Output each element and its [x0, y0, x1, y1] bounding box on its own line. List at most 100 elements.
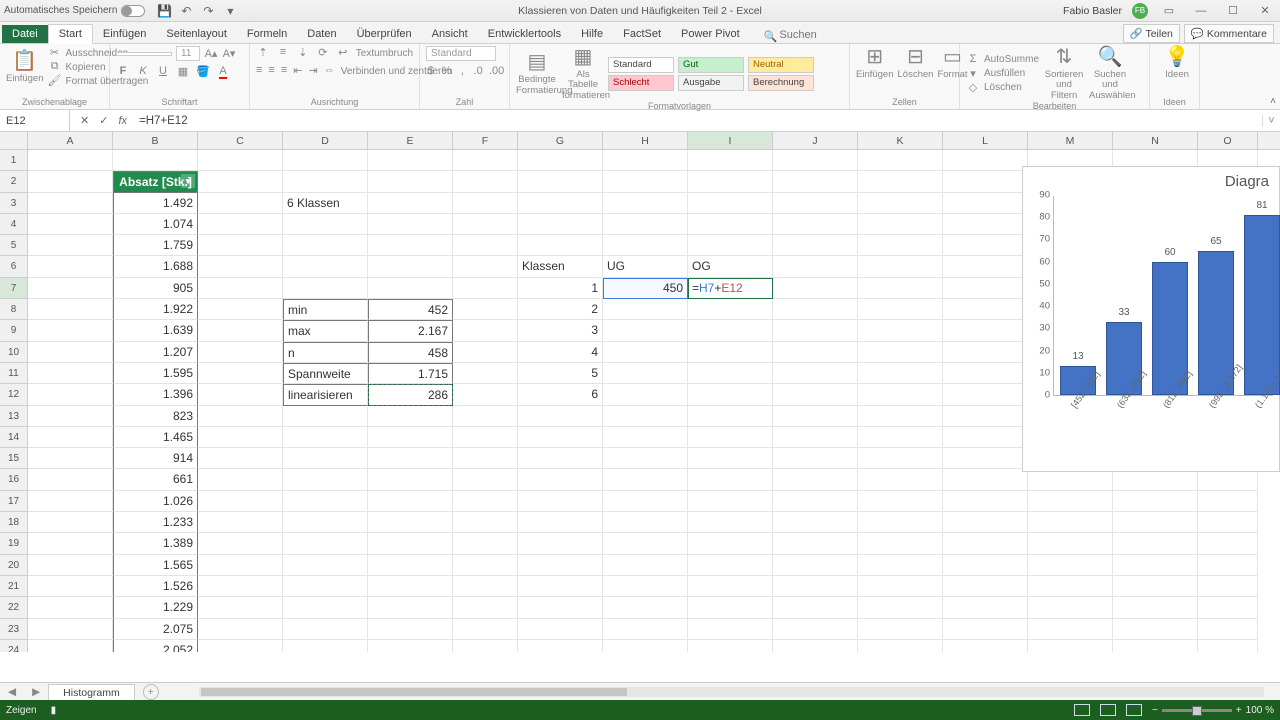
- user-avatar[interactable]: FB: [1132, 3, 1148, 19]
- col-header[interactable]: I: [688, 132, 773, 149]
- maximize-icon[interactable]: ☐: [1222, 4, 1244, 17]
- cell-K1[interactable]: [858, 150, 943, 171]
- cell-M16[interactable]: [1028, 469, 1113, 490]
- col-header[interactable]: F: [453, 132, 518, 149]
- cell-L6[interactable]: [943, 256, 1028, 277]
- col-header[interactable]: K: [858, 132, 943, 149]
- cell-E19[interactable]: [368, 533, 453, 554]
- cell-E8[interactable]: 452: [368, 299, 453, 320]
- cell-C3[interactable]: [198, 193, 283, 214]
- cell-L10[interactable]: [943, 342, 1028, 363]
- cell-D7[interactable]: [283, 278, 368, 299]
- cell-G7[interactable]: 1: [518, 278, 603, 299]
- cell-B22[interactable]: 1.229: [113, 597, 198, 618]
- cell-E14[interactable]: [368, 427, 453, 448]
- cell-O23[interactable]: [1198, 619, 1258, 640]
- cell-A20[interactable]: [28, 555, 113, 576]
- cell-J2[interactable]: [773, 171, 858, 192]
- cell-C8[interactable]: [198, 299, 283, 320]
- cell-D11[interactable]: Spannweite: [283, 363, 368, 384]
- cell-J9[interactable]: [773, 320, 858, 341]
- cell-G3[interactable]: [518, 193, 603, 214]
- underline-icon[interactable]: U: [156, 65, 170, 79]
- collapse-ribbon-icon[interactable]: ˄: [1270, 96, 1276, 107]
- spreadsheet-grid[interactable]: A B C D E F G H I J K L M N O 12Absatz […: [0, 132, 1280, 652]
- cell-L24[interactable]: [943, 640, 1028, 652]
- cell-D4[interactable]: [283, 214, 368, 235]
- share-button[interactable]: 🔗 Teilen: [1123, 24, 1180, 43]
- cell-N19[interactable]: [1113, 533, 1198, 554]
- cell-A16[interactable]: [28, 469, 113, 490]
- cell-A22[interactable]: [28, 597, 113, 618]
- cell-K15[interactable]: [858, 448, 943, 469]
- cell-O19[interactable]: [1198, 533, 1258, 554]
- cell-D10[interactable]: n: [283, 342, 368, 363]
- cell-J21[interactable]: [773, 576, 858, 597]
- tab-developer[interactable]: Entwicklertools: [478, 25, 571, 43]
- cell-A17[interactable]: [28, 491, 113, 512]
- conditional-formatting-button[interactable]: ▤Bedingte Formatierung: [516, 51, 558, 96]
- cell-A18[interactable]: [28, 512, 113, 533]
- cell-A21[interactable]: [28, 576, 113, 597]
- add-sheet-icon[interactable]: +: [143, 684, 159, 700]
- cell-B7[interactable]: 905: [113, 278, 198, 299]
- fill-icon[interactable]: ▾: [966, 67, 980, 81]
- cell-E24[interactable]: [368, 640, 453, 652]
- cell-B12[interactable]: 1.396: [113, 384, 198, 405]
- cell-K2[interactable]: [858, 171, 943, 192]
- cell-G5[interactable]: [518, 235, 603, 256]
- cell-L4[interactable]: [943, 214, 1028, 235]
- toggle-off-icon[interactable]: [121, 5, 145, 17]
- font-color-icon[interactable]: A: [216, 65, 230, 79]
- cell-B20[interactable]: 1.565: [113, 555, 198, 576]
- cell-H10[interactable]: [603, 342, 688, 363]
- cell-E5[interactable]: [368, 235, 453, 256]
- cell-J3[interactable]: [773, 193, 858, 214]
- autosave-toggle[interactable]: Automatisches Speichern: [4, 5, 145, 17]
- cell-E15[interactable]: [368, 448, 453, 469]
- cell-J12[interactable]: [773, 384, 858, 405]
- cell-L9[interactable]: [943, 320, 1028, 341]
- comments-button[interactable]: 💬 Kommentare: [1184, 24, 1274, 43]
- row-header[interactable]: 16: [0, 469, 28, 490]
- cell-I23[interactable]: [688, 619, 773, 640]
- col-header[interactable]: A: [28, 132, 113, 149]
- cell-M23[interactable]: [1028, 619, 1113, 640]
- cell-G10[interactable]: 4: [518, 342, 603, 363]
- cell-M24[interactable]: [1028, 640, 1113, 652]
- cell-D5[interactable]: [283, 235, 368, 256]
- close-icon[interactable]: ✕: [1254, 4, 1276, 17]
- cell-B9[interactable]: 1.639: [113, 320, 198, 341]
- cell-J24[interactable]: [773, 640, 858, 652]
- cell-K7[interactable]: [858, 278, 943, 299]
- italic-icon[interactable]: K: [136, 65, 150, 79]
- cell-N18[interactable]: [1113, 512, 1198, 533]
- cell-L13[interactable]: [943, 406, 1028, 427]
- cell-A7[interactable]: [28, 278, 113, 299]
- cell-C7[interactable]: [198, 278, 283, 299]
- inc-decimal-icon[interactable]: .0: [473, 65, 483, 79]
- insert-cells-button[interactable]: ⊞Einfügen: [856, 46, 894, 80]
- tab-file[interactable]: Datei: [2, 25, 48, 43]
- cell-O18[interactable]: [1198, 512, 1258, 533]
- cell-F1[interactable]: [453, 150, 518, 171]
- tab-start[interactable]: Start: [48, 24, 93, 44]
- cell-L3[interactable]: [943, 193, 1028, 214]
- cell-C10[interactable]: [198, 342, 283, 363]
- cell-F2[interactable]: [453, 171, 518, 192]
- paste-button[interactable]: 📋Einfügen: [6, 50, 44, 84]
- currency-icon[interactable]: $: [426, 65, 436, 79]
- cell-K21[interactable]: [858, 576, 943, 597]
- cell-C21[interactable]: [198, 576, 283, 597]
- cell-E3[interactable]: [368, 193, 453, 214]
- cell-M18[interactable]: [1028, 512, 1113, 533]
- cell-F16[interactable]: [453, 469, 518, 490]
- cell-I8[interactable]: [688, 299, 773, 320]
- cell-N24[interactable]: [1113, 640, 1198, 652]
- cell-F21[interactable]: [453, 576, 518, 597]
- cell-G8[interactable]: 2: [518, 299, 603, 320]
- style-berechnung[interactable]: Berechnung: [748, 75, 814, 91]
- cell-K4[interactable]: [858, 214, 943, 235]
- cell-F7[interactable]: [453, 278, 518, 299]
- save-icon[interactable]: 💾: [157, 4, 171, 18]
